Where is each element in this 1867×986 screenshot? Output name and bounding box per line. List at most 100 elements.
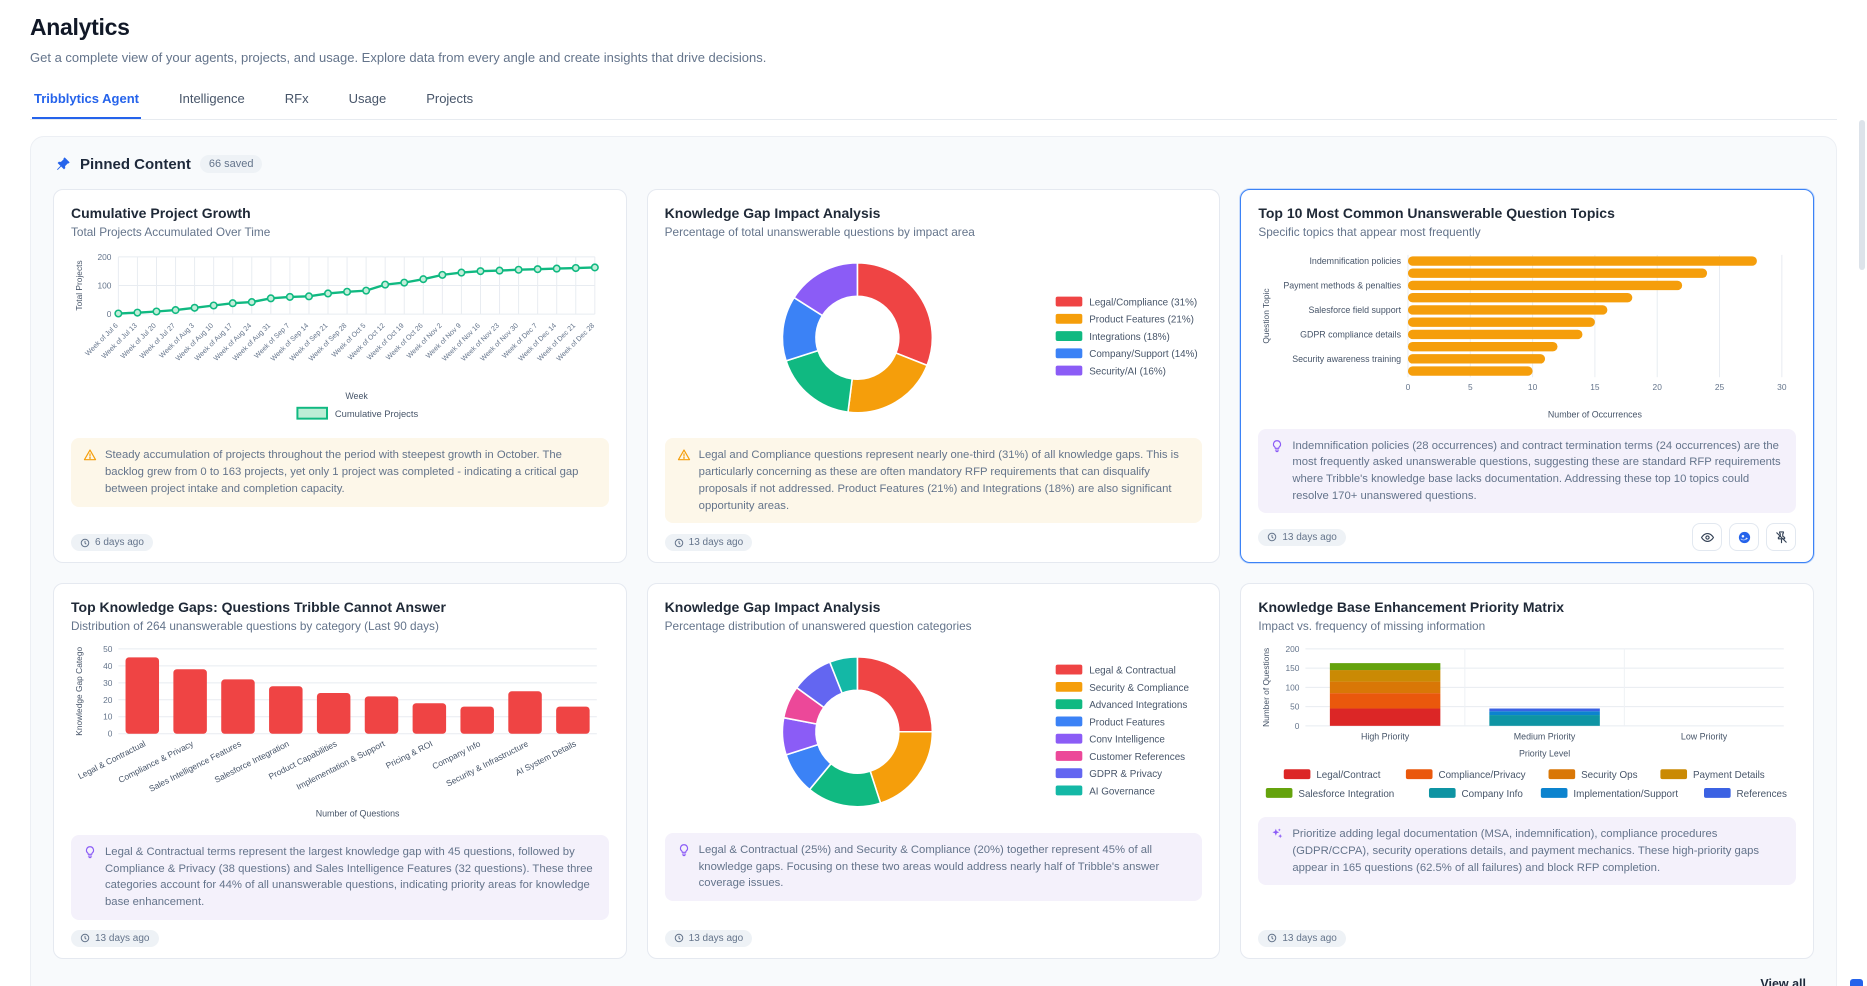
svg-text:Question Topic: Question Topic [1261, 288, 1271, 343]
svg-text:Security & Infrastructure: Security & Infrastructure [444, 739, 530, 789]
svg-text:Payment methods & penalties: Payment methods & penalties [1284, 281, 1402, 291]
svg-text:200: 200 [1286, 644, 1300, 654]
insight-text: Steady accumulation of projects througho… [105, 447, 597, 497]
insight-box: Prioritize adding legal documentation (M… [1258, 817, 1796, 885]
svg-text:Sales Intelligence Features: Sales Intelligence Features [147, 739, 243, 794]
svg-text:Product Features: Product Features [1089, 718, 1165, 729]
chat-widget-corner[interactable] [1850, 979, 1863, 986]
svg-text:Legal & Contractual: Legal & Contractual [1089, 666, 1176, 677]
page-subtitle: Get a complete view of your agents, proj… [30, 50, 1837, 65]
timestamp-badge: 13 days ago [665, 930, 753, 947]
svg-text:AI Governance: AI Governance [1089, 787, 1155, 798]
svg-text:Implementation & Support: Implementation & Support [295, 739, 387, 793]
sparkles-icon [1270, 827, 1284, 841]
card-title: Cumulative Project Growth [71, 205, 609, 221]
tab-usage[interactable]: Usage [347, 85, 389, 119]
tab-tribblytics-agent[interactable]: Tribblytics Agent [32, 85, 141, 119]
tab-intelligence[interactable]: Intelligence [177, 85, 247, 119]
clock-icon [80, 538, 90, 548]
timestamp-badge: 13 days ago [1258, 930, 1346, 947]
insight-box: Legal & Contractual (25%) and Security &… [665, 833, 1203, 901]
svg-text:20: 20 [103, 695, 113, 705]
svg-text:Number of Questions: Number of Questions [1261, 648, 1271, 727]
timestamp-badge: 13 days ago [665, 534, 753, 551]
svg-text:Total Projects: Total Projects [74, 260, 84, 310]
svg-text:10: 10 [103, 712, 113, 722]
unpin-button[interactable] [1766, 523, 1796, 551]
svg-text:Indemnification policies: Indemnification policies [1310, 256, 1402, 266]
card-subtitle: Impact vs. frequency of missing informat… [1258, 619, 1796, 633]
svg-text:5: 5 [1468, 382, 1473, 392]
svg-text:Medium Priority: Medium Priority [1514, 732, 1576, 742]
svg-text:0: 0 [107, 309, 112, 319]
card-footer: 13 days ago [71, 920, 609, 947]
ai-assistant-button[interactable] [1729, 523, 1759, 551]
tribble-ai-icon [1737, 530, 1752, 545]
svg-text:References: References [1737, 789, 1787, 800]
insight-box: Indemnification policies (28 occurrences… [1258, 429, 1796, 514]
insight-text: Legal and Compliance questions represent… [699, 447, 1191, 514]
insight-text: Legal & Contractual terms represent the … [105, 844, 597, 911]
warning-icon [677, 448, 691, 462]
svg-text:Cumulative Projects: Cumulative Projects [335, 409, 419, 419]
svg-text:High Priority: High Priority [1361, 732, 1410, 742]
warning-icon [83, 448, 97, 462]
insight-box: Steady accumulation of projects througho… [71, 438, 609, 506]
card-title: Top Knowledge Gaps: Questions Tribble Ca… [71, 599, 609, 615]
hbar-chart-question-topics: 051015202530Indemnification policiesPaym… [1258, 247, 1796, 423]
insight-text: Legal & Contractual (25%) and Security &… [699, 842, 1191, 892]
lightbulb-icon [677, 843, 691, 857]
insight-box: Legal & Contractual terms represent the … [71, 835, 609, 920]
svg-text:0: 0 [108, 729, 113, 739]
clock-icon [674, 538, 684, 548]
analytics-page: Analytics Get a complete view of your ag… [0, 0, 1867, 986]
card-actions [1692, 523, 1796, 551]
card-priority-matrix[interactable]: Knowledge Base Enhancement Priority Matr… [1240, 583, 1814, 958]
pinned-content-header: Pinned Content 66 saved [53, 155, 1814, 173]
card-footer: 13 days ago [1258, 920, 1796, 947]
view-all-button[interactable]: View all [1752, 973, 1814, 986]
svg-text:Integrations (18%): Integrations (18%) [1089, 332, 1170, 343]
svg-text:Legal/Contract: Legal/Contract [1317, 771, 1381, 782]
svg-text:200: 200 [97, 252, 111, 262]
page-title: Analytics [30, 14, 1837, 41]
stacked-bar-chart-priority-matrix: 050100150200High PriorityMedium Priority… [1258, 641, 1796, 811]
card-footer: 13 days ago [665, 920, 1203, 947]
line-chart-cumulative-projects: 0100200Week of Jul 6Week of Jul 13Week o… [71, 247, 609, 432]
clock-icon [1267, 933, 1277, 943]
svg-text:40: 40 [103, 661, 113, 671]
svg-text:GDPR compliance details: GDPR compliance details [1300, 330, 1402, 340]
svg-text:Security awareness training: Security awareness training [1293, 354, 1402, 364]
svg-text:50: 50 [1290, 702, 1300, 712]
tab-rfx[interactable]: RFx [283, 85, 311, 119]
svg-text:Company/Support (14%): Company/Support (14%) [1089, 349, 1198, 360]
card-subtitle: Percentage of total unanswerable questio… [665, 225, 1203, 239]
card-footer: 6 days ago [71, 524, 609, 551]
insight-text: Indemnification policies (28 occurrences… [1292, 438, 1784, 505]
svg-text:Compliance/Privacy: Compliance/Privacy [1439, 771, 1526, 782]
svg-text:Payment Details: Payment Details [1693, 771, 1765, 782]
card-footer: 13 days ago [1258, 513, 1796, 551]
svg-text:Salesforce field support: Salesforce field support [1309, 305, 1402, 315]
card-cumulative-project-growth[interactable]: Cumulative Project Growth Total Projects… [53, 189, 627, 563]
card-knowledge-gap-impact-1[interactable]: Knowledge Gap Impact Analysis Percentage… [647, 189, 1221, 563]
card-knowledge-gap-impact-2[interactable]: Knowledge Gap Impact Analysis Percentage… [647, 583, 1221, 958]
tab-projects[interactable]: Projects [424, 85, 475, 119]
svg-text:Pricing & ROI: Pricing & ROI [384, 739, 434, 771]
svg-text:100: 100 [97, 280, 111, 290]
card-title: Knowledge Gap Impact Analysis [665, 599, 1203, 615]
card-subtitle: Percentage distribution of unanswered qu… [665, 619, 1203, 633]
svg-text:Week: Week [345, 391, 368, 401]
svg-text:Implementation/Support: Implementation/Support [1574, 789, 1679, 800]
view-button[interactable] [1692, 523, 1722, 551]
svg-text:Salesforce Integration: Salesforce Integration [1299, 789, 1395, 800]
card-top-knowledge-gaps[interactable]: Top Knowledge Gaps: Questions Tribble Ca… [53, 583, 627, 958]
donut-chart-impact-areas: Legal/Compliance (31%)Product Features (… [665, 247, 1203, 432]
pin-slash-icon [1774, 530, 1789, 545]
timestamp-badge: 13 days ago [71, 930, 159, 947]
scrollbar-thumb[interactable] [1859, 120, 1865, 270]
clock-icon [1267, 532, 1277, 542]
view-all-row: View all [53, 973, 1814, 986]
card-top10-unanswerable-topics[interactable]: Top 10 Most Common Unanswerable Question… [1240, 189, 1814, 563]
svg-text:30: 30 [1778, 382, 1788, 392]
